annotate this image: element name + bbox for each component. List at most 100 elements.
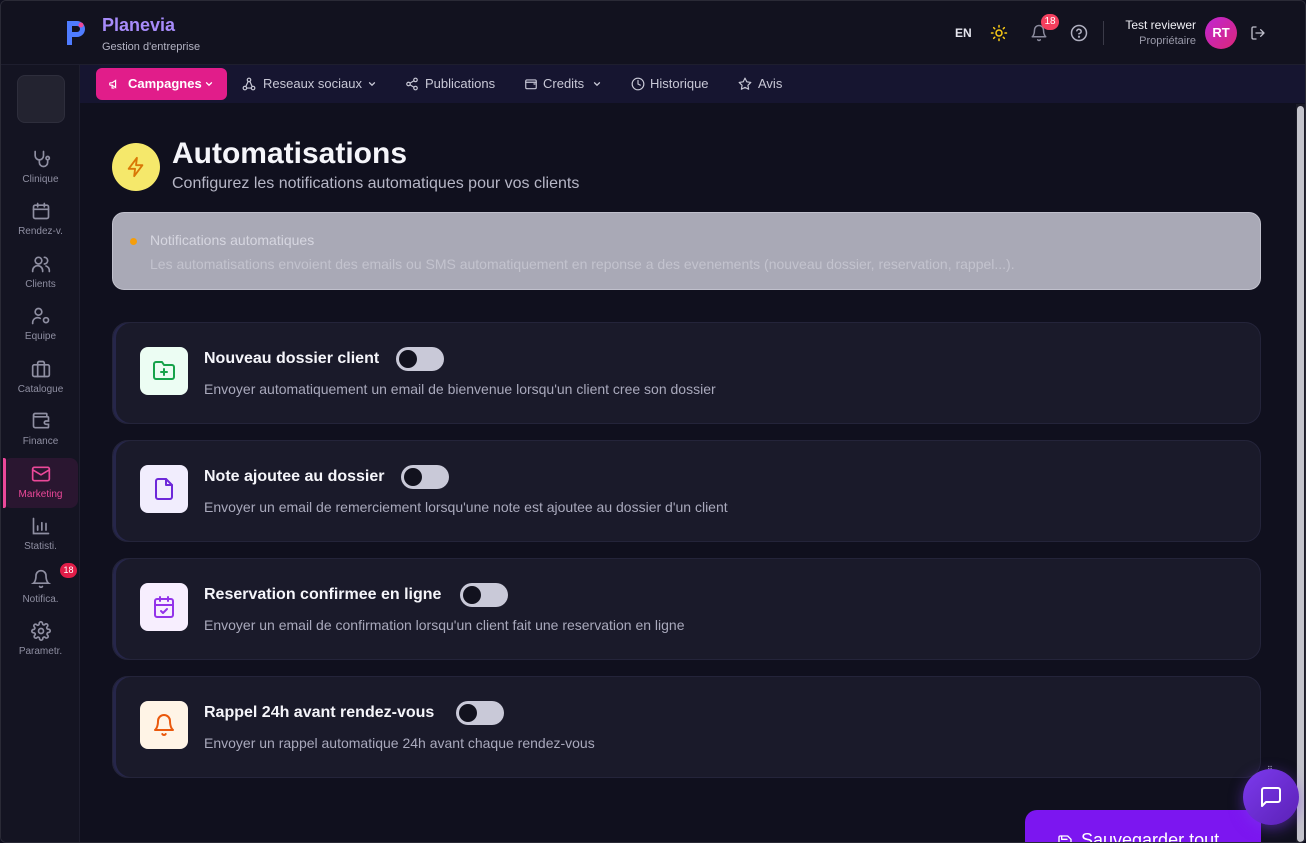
sidebar-item-label: Statisti. [24, 541, 57, 552]
automation-title: Rappel 24h avant rendez-vous [204, 704, 435, 721]
info-banner: Notifications automatiques Les automatis… [112, 212, 1261, 290]
wallet-icon [525, 79, 537, 90]
help-icon[interactable] [1070, 24, 1088, 42]
lightning-icon [127, 156, 144, 178]
calendar-check-icon [154, 596, 174, 618]
chat-icon [1261, 787, 1281, 807]
star-icon [738, 77, 752, 90]
card-icon-box [140, 583, 188, 631]
sidebar-item-marketing[interactable]: Marketing [3, 458, 78, 508]
avatar[interactable]: RT [1205, 17, 1237, 49]
sun-icon[interactable] [990, 24, 1008, 42]
sidebar-item-notifications[interactable]: 18 Notifica. [3, 563, 78, 613]
page-title: Automatisations [172, 137, 408, 170]
notification-badge: 18 [1041, 14, 1059, 30]
info-title: Notifications automatiques [150, 232, 315, 248]
sidebar: Clinique Rendez-v. Clients Equipe Catalo… [1, 65, 80, 842]
automation-toggle[interactable] [456, 701, 504, 725]
chevron-down-icon [593, 82, 601, 87]
sidebar-item-label: Rendez-v. [18, 226, 63, 237]
tab-label: Publications [425, 76, 496, 91]
brand-name: Planevia [102, 15, 176, 35]
sidebar-item-catalogue[interactable]: Catalogue [3, 353, 78, 403]
tab-avis[interactable]: Avis [738, 68, 793, 100]
business-logo[interactable] [17, 75, 65, 123]
app-window: Planevia Gestion d'entreprise EN 18 Test… [0, 0, 1306, 843]
tab-historique[interactable]: Historique [631, 68, 716, 100]
tab-campagnes[interactable]: Campagnes [96, 68, 227, 100]
sidebar-item-clinique[interactable]: Clinique [3, 143, 78, 193]
sidebar-item-label: Marketing [18, 489, 63, 500]
card-icon-box [140, 701, 188, 749]
clock-icon [631, 77, 645, 91]
planevia-logo-icon[interactable] [63, 17, 89, 47]
wallet-icon [32, 412, 50, 429]
active-indicator [3, 458, 6, 508]
automation-toggle[interactable] [396, 347, 444, 371]
automation-toggle[interactable] [401, 465, 449, 489]
chevron-down-icon [368, 82, 376, 87]
scrollbar[interactable] [1296, 104, 1305, 842]
sidebar-item-finance[interactable]: Finance [3, 405, 78, 455]
automation-header-badge [112, 143, 160, 191]
chat-button[interactable] [1243, 769, 1299, 825]
automation-description: Envoyer automatiquement un email de bien… [204, 381, 716, 397]
user-name[interactable]: Test reviewer [1125, 18, 1196, 32]
sidebar-item-rendez-vous[interactable]: Rendez-v. [3, 195, 78, 245]
tab-label: Avis [758, 76, 783, 91]
user-role: Propriétaire [1139, 35, 1196, 47]
save-all-button[interactable]: Sauvegarder tout [1025, 810, 1261, 843]
automation-card-nouveau-dossier: Nouveau dossier client Envoyer automatiq… [112, 322, 1261, 424]
toggle-knob [404, 468, 422, 486]
scrollbar-thumb[interactable] [1297, 106, 1304, 842]
brand-subtitle: Gestion d'entreprise [102, 41, 201, 53]
gear-icon [31, 621, 51, 641]
tab-publications[interactable]: Publications [405, 68, 505, 100]
automation-card-reservation-confirmee: Reservation confirmee en ligne Envoyer u… [112, 558, 1261, 660]
sidebar-item-label: Equipe [24, 331, 57, 342]
briefcase-icon [31, 360, 51, 378]
page-subtitle: Configurez les notifications automatique… [172, 175, 580, 192]
sidebar-item-label: Clients [25, 279, 56, 290]
toggle-knob [463, 586, 481, 604]
language-switcher[interactable]: EN [955, 26, 972, 40]
sidebar-item-statistiques[interactable]: Statisti. [3, 510, 78, 560]
chevron-down-icon [205, 82, 213, 87]
automation-title: Note ajoutee au dossier [204, 468, 385, 485]
automation-description: Envoyer un email de remerciement lorsqu'… [204, 499, 728, 515]
tab-reseaux-sociaux[interactable]: Reseaux sociaux [242, 68, 382, 100]
logout-icon[interactable] [1250, 25, 1266, 41]
team-settings-icon [31, 307, 50, 325]
file-icon [155, 478, 173, 500]
bar-chart-icon [32, 517, 50, 535]
tab-label: Historique [650, 76, 709, 91]
topbar-divider [1103, 21, 1104, 45]
automation-card-note-ajoutee: Note ajoutee au dossier Envoyer un email… [112, 440, 1261, 542]
automation-toggle[interactable] [460, 583, 508, 607]
tab-label: Credits [543, 76, 585, 91]
tab-label: Reseaux sociaux [263, 76, 362, 91]
stethoscope-icon [34, 150, 51, 168]
card-icon-box [140, 465, 188, 513]
bell-icon [31, 569, 51, 589]
sidebar-item-equipe[interactable]: Equipe [3, 300, 78, 350]
calendar-icon [32, 202, 50, 220]
sidebar-item-clients[interactable]: Clients [3, 248, 78, 298]
sidebar-item-label: Parametr. [18, 646, 63, 657]
tab-credits[interactable]: Credits [524, 68, 609, 100]
sidebar-item-label: Notifica. [22, 594, 59, 605]
section-tabs: Campagnes Reseaux sociaux Publications C… [80, 65, 1305, 103]
automation-card-rappel-24h: Rappel 24h avant rendez-vous Envoyer un … [112, 676, 1261, 778]
card-icon-box [140, 347, 188, 395]
automation-title: Reservation confirmee en ligne [204, 586, 442, 603]
folder-plus-icon [153, 361, 175, 380]
info-text: Les automatisations envoient des emails … [150, 256, 1015, 272]
automation-title: Nouveau dossier client [204, 350, 380, 367]
top-bar: Planevia Gestion d'entreprise EN 18 Test… [1, 1, 1305, 65]
save-all-label: Sauvegarder tout [1081, 830, 1220, 843]
info-dot [130, 238, 137, 245]
toggle-knob [399, 350, 417, 368]
network-icon [242, 77, 256, 91]
toggle-knob [459, 704, 477, 722]
sidebar-item-parametres[interactable]: Parametr. [3, 615, 78, 665]
